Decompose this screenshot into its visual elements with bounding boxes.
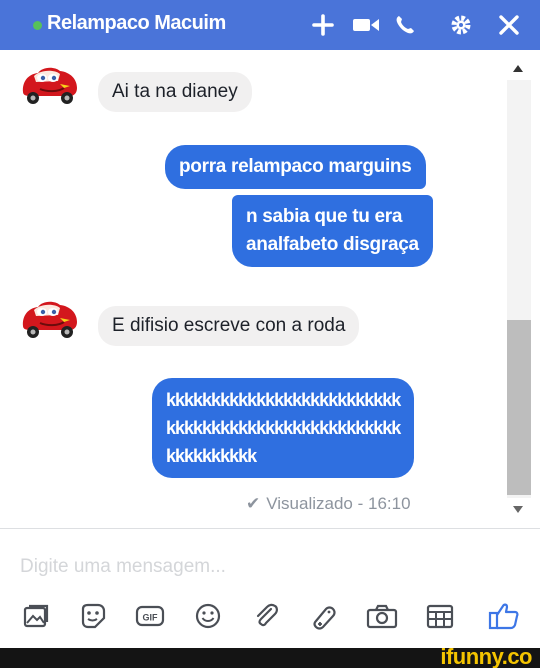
gif-icon[interactable]: GIF [132, 598, 168, 634]
add-people-icon[interactable] [306, 8, 340, 42]
svg-text:GIF: GIF [143, 613, 159, 623]
seen-label: Visualizado - 16:10 [266, 494, 411, 513]
phone-icon[interactable] [388, 8, 422, 42]
lightning-mcqueen-avatar[interactable] [20, 62, 80, 106]
calendar-icon[interactable] [422, 598, 458, 634]
message-list[interactable]: Ai ta na dianey porra relampaco marguins… [0, 50, 540, 528]
like-icon[interactable] [486, 598, 522, 634]
ifunny-watermark: ifunny.co [440, 644, 532, 668]
photo-icon[interactable] [18, 598, 54, 634]
outgoing-message[interactable]: kkkkkkkkkkkkkkkkkkkkkkkkkk kkkkkkkkkkkkk… [152, 378, 415, 478]
lightning-mcqueen-avatar[interactable] [20, 296, 80, 340]
check-icon: ✔ [246, 494, 261, 513]
message-line: kkkkkkkkkk [166, 446, 257, 466]
chat-window: Relampaco Macuim Ai ta na dianey porra r… [0, 0, 540, 668]
seen-receipt: ✔ Visualizado - 16:10 [246, 494, 411, 514]
online-status-dot [33, 21, 42, 30]
scrollbar-thumb[interactable] [507, 320, 531, 495]
camera-icon[interactable] [364, 598, 400, 634]
composer-divider [0, 528, 540, 529]
sticker-icon[interactable] [75, 598, 111, 634]
game-icon[interactable] [306, 598, 342, 634]
video-call-icon[interactable] [350, 8, 384, 42]
chat-header: Relampaco Macuim [0, 0, 540, 50]
message-line: kkkkkkkkkkkkkkkkkkkkkkkkkk [166, 418, 401, 438]
composer-toolbar: GIF [0, 594, 540, 640]
settings-icon[interactable] [444, 8, 478, 42]
outgoing-message[interactable]: porra relampaco marguins [165, 145, 426, 189]
message-line: analfabeto disgraça [246, 234, 419, 255]
message-line: n sabia que tu era [246, 206, 403, 227]
message-line: kkkkkkkkkkkkkkkkkkkkkkkkkk [166, 390, 401, 410]
scroll-down-arrow-icon[interactable] [511, 502, 525, 514]
incoming-message[interactable]: E difisio escreve con a roda [98, 306, 360, 346]
contact-name[interactable]: Relampaco Macuim [47, 12, 226, 35]
incoming-message[interactable]: Ai ta na dianey [98, 72, 252, 112]
emoji-icon[interactable] [190, 598, 226, 634]
message-input[interactable] [20, 552, 500, 582]
outgoing-message[interactable]: n sabia que tu era analfabeto disgraça [232, 195, 433, 267]
scroll-up-arrow-icon[interactable] [511, 62, 525, 74]
attach-icon[interactable] [248, 598, 284, 634]
close-icon[interactable] [492, 8, 526, 42]
